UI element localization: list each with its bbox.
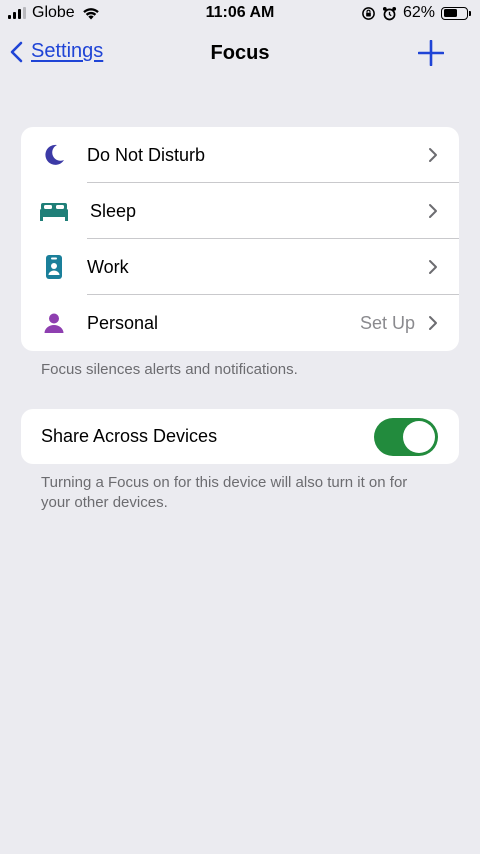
share-footer: Turning a Focus on for this device will …: [41, 474, 408, 511]
focus-row-do-not-disturb[interactable]: Do Not Disturb: [21, 127, 459, 183]
plus-icon[interactable]: [418, 40, 444, 66]
status-bar: Globe 11:06 AM 62%: [0, 0, 480, 28]
focus-row-label: Sleep: [90, 200, 137, 221]
focus-row-label: Work: [87, 256, 129, 277]
share-across-devices-row: Share Across Devices: [21, 409, 459, 464]
status-right: 62%: [361, 4, 471, 22]
focus-row-work[interactable]: Work: [21, 239, 459, 295]
focus-row-label: Do Not Disturb: [87, 144, 206, 165]
chevron-right-icon: [429, 204, 437, 218]
navigation-bar: Settings Focus: [0, 28, 480, 82]
battery-icon: [441, 6, 471, 20]
person-icon: [41, 310, 67, 336]
orientation-lock-icon: [362, 6, 375, 20]
page-title: Focus: [210, 42, 270, 64]
battery-fill: [443, 9, 458, 17]
chevron-right-icon: [429, 260, 437, 274]
chevron-right-icon: [429, 316, 437, 330]
id-badge-icon: [41, 254, 67, 280]
focus-row-sleep[interactable]: Sleep: [21, 183, 459, 239]
alarm-icon: [382, 6, 397, 20]
share-across-devices-group: Share Across Devices: [21, 409, 459, 464]
toggle-knob: [403, 420, 435, 453]
chevron-right-icon: [429, 148, 437, 162]
battery-percent: 62%: [402, 4, 435, 21]
bed-icon: [39, 198, 69, 224]
share-across-devices-label: Share Across Devices: [41, 426, 218, 446]
set-up-label: Set Up: [359, 312, 415, 333]
focus-row-personal[interactable]: Personal Set Up: [21, 295, 459, 351]
share-across-devices-toggle[interactable]: [374, 417, 438, 456]
focus-modes-list: Do Not Disturb Sleep Work Personal Set U…: [21, 127, 459, 351]
focus-row-label: Personal: [87, 312, 159, 333]
moon-icon: [41, 142, 67, 168]
focus-modes-footer: Focus silences alerts and notifications.: [41, 361, 298, 378]
